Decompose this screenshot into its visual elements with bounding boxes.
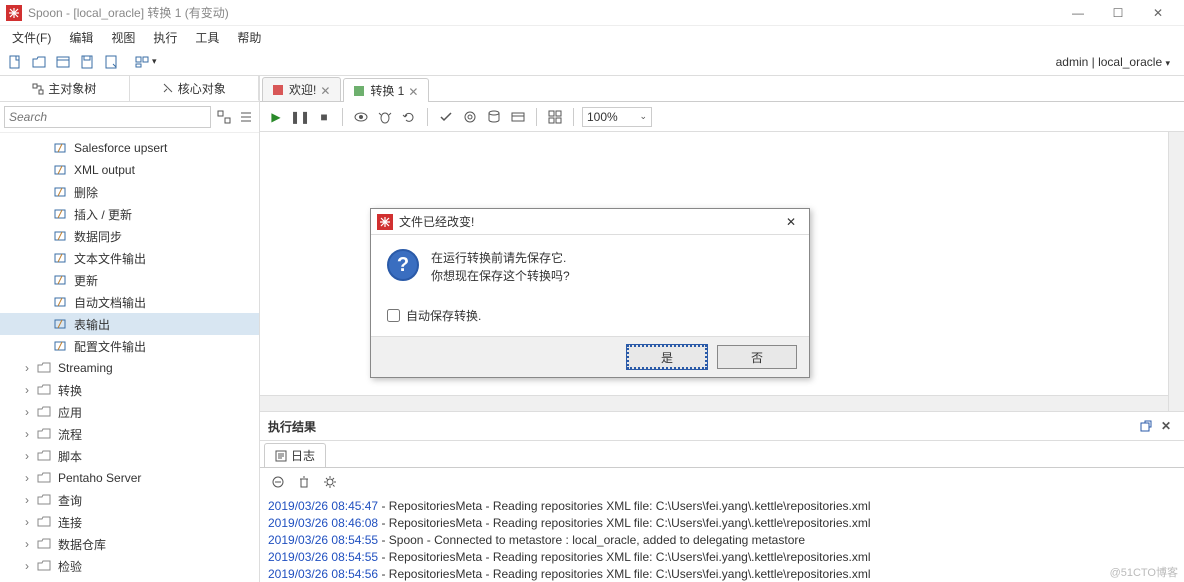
autosave-label: 自动保存转换. bbox=[406, 307, 481, 324]
dialog-icon bbox=[377, 214, 393, 230]
dialog-title: 文件已经改变! bbox=[399, 213, 474, 230]
modal-backdrop: 文件已经改变! ✕ ? 在运行转换前请先保存它. 你想现在保存这个转换吗? 自动… bbox=[0, 0, 1184, 582]
save-dialog: 文件已经改变! ✕ ? 在运行转换前请先保存它. 你想现在保存这个转换吗? 自动… bbox=[370, 208, 810, 378]
dialog-message: 在运行转换前请先保存它. 你想现在保存这个转换吗? bbox=[431, 249, 570, 285]
autosave-checkbox[interactable] bbox=[387, 309, 400, 322]
question-icon: ? bbox=[387, 249, 419, 281]
watermark: @51CTO博客 bbox=[1110, 564, 1178, 580]
no-button[interactable]: 否 bbox=[717, 345, 797, 369]
yes-button[interactable]: 是 bbox=[627, 345, 707, 369]
dialog-close-button[interactable]: ✕ bbox=[779, 212, 803, 232]
